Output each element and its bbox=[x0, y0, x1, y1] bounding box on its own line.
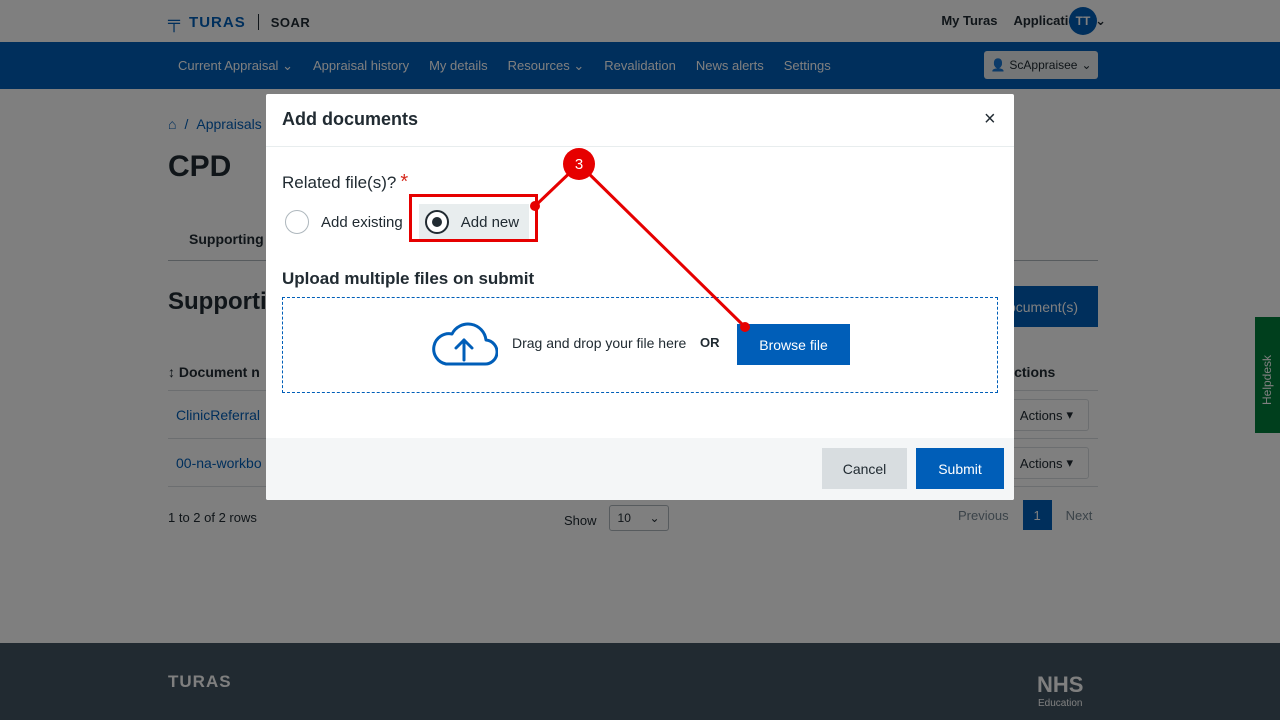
annotation-connector bbox=[530, 162, 750, 332]
annotation-step-badge: 3 bbox=[563, 148, 595, 180]
